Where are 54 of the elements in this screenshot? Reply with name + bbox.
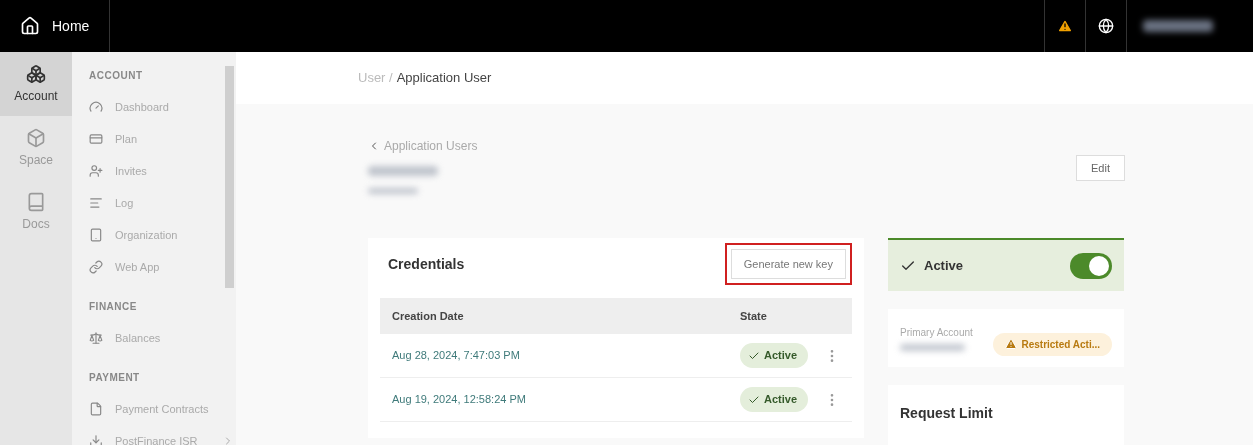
item-icon bbox=[89, 402, 103, 416]
rail-icon bbox=[26, 128, 46, 148]
sidebar-item[interactable]: Log bbox=[89, 187, 236, 219]
sidebar-item[interactable]: Dashboard bbox=[89, 91, 236, 123]
card-title: Request Limit bbox=[900, 405, 993, 421]
warning-badge: Restricted Acti... bbox=[993, 332, 1112, 356]
field-label: Primary Account bbox=[900, 326, 973, 340]
item-icon bbox=[89, 434, 103, 445]
sidebar-item[interactable]: Web App bbox=[89, 251, 236, 283]
sidebar-item[interactable]: Invites bbox=[89, 155, 236, 187]
item-icon bbox=[89, 228, 103, 242]
sidebar-item[interactable]: Plan bbox=[89, 123, 236, 155]
item-icon bbox=[89, 100, 103, 114]
home-link[interactable]: Home bbox=[52, 16, 98, 36]
blurred-user-name[interactable] bbox=[1143, 20, 1213, 32]
generate-key-button[interactable]: Generate new key bbox=[730, 249, 846, 279]
section-heading: ACCOUNT bbox=[89, 69, 144, 83]
card-title: Credentials bbox=[388, 255, 465, 274]
item-icon bbox=[89, 196, 103, 210]
rail-item[interactable]: Space bbox=[0, 116, 72, 180]
status-pill: Active bbox=[740, 343, 808, 368]
sidebar-item[interactable]: Payment Contracts bbox=[89, 393, 236, 425]
sidebar-item[interactable]: PostFinance ISR bbox=[89, 425, 236, 445]
blurred-user-name bbox=[368, 166, 438, 176]
rail-icon bbox=[26, 192, 46, 212]
sidebar-item[interactable]: Organization bbox=[89, 219, 236, 251]
section-heading: PAYMENT bbox=[89, 371, 141, 385]
column-header: Creation Date bbox=[392, 308, 465, 324]
status-label: Active bbox=[924, 256, 965, 275]
table-row[interactable]: Aug 28, 2024, 7:47:03 PM Active bbox=[380, 334, 852, 378]
rail-item[interactable]: Docs bbox=[0, 180, 72, 244]
rail-icon bbox=[26, 64, 46, 84]
globe-icon[interactable] bbox=[1098, 18, 1114, 34]
item-icon bbox=[89, 331, 103, 345]
status-pill: Active bbox=[740, 387, 808, 412]
back-link[interactable]: Application Users bbox=[368, 138, 478, 154]
home-icon bbox=[20, 16, 40, 36]
warning-icon bbox=[1005, 338, 1018, 350]
table-row[interactable]: Aug 19, 2024, 12:58:24 PM Active bbox=[380, 378, 852, 422]
blurred-user-id bbox=[368, 188, 418, 194]
breadcrumb-current: Application User bbox=[396, 69, 492, 88]
breadcrumb-parent[interactable]: User / bbox=[358, 68, 393, 88]
sidebar-item[interactable]: Balances bbox=[89, 322, 236, 354]
rail-item[interactable]: Account bbox=[0, 52, 72, 116]
blurred-account-name bbox=[900, 344, 965, 351]
warning-icon[interactable] bbox=[1057, 18, 1073, 34]
item-icon bbox=[89, 164, 103, 178]
section-heading: FINANCE bbox=[89, 300, 138, 314]
scrollbar[interactable] bbox=[225, 66, 234, 288]
edit-button[interactable]: Edit bbox=[1076, 155, 1125, 181]
item-icon bbox=[89, 260, 103, 274]
column-header: State bbox=[740, 308, 768, 324]
item-icon bbox=[89, 132, 103, 146]
active-toggle[interactable] bbox=[1070, 252, 1112, 279]
